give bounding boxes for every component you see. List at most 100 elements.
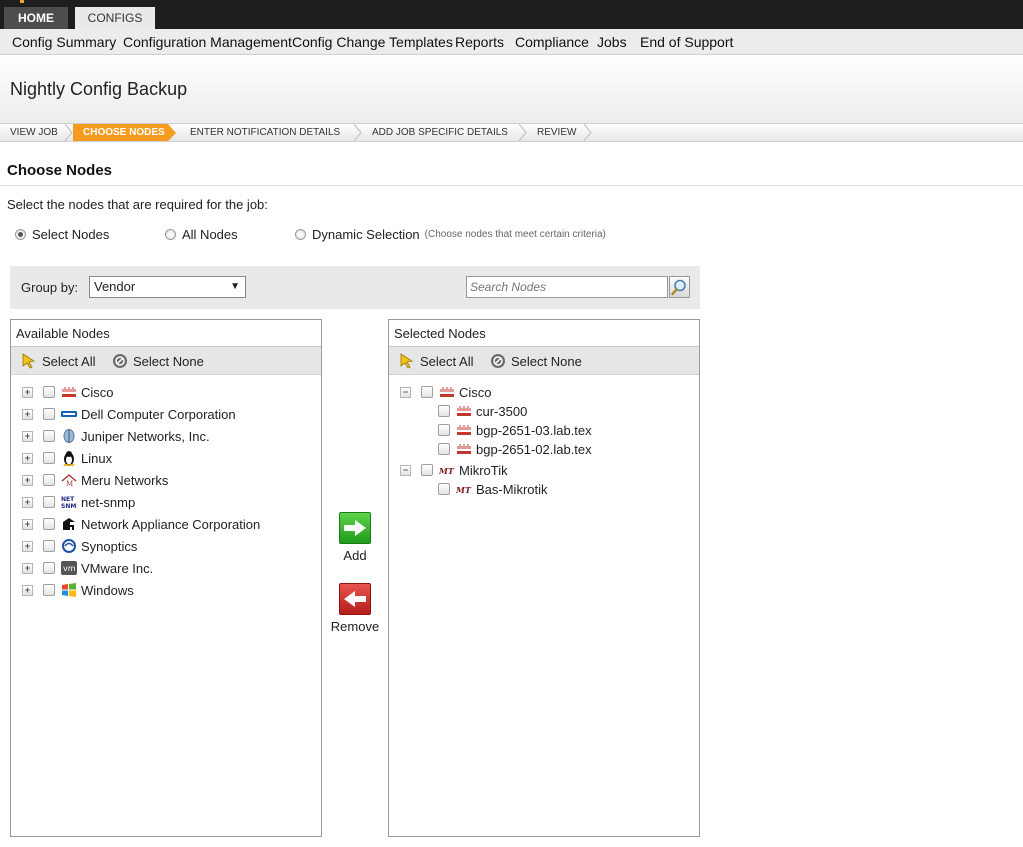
select-all-button[interactable]: Select All (399, 353, 473, 369)
node-label: Cisco (459, 384, 492, 400)
node-label: Windows (81, 582, 134, 598)
vendor-row[interactable]: + Cisco (22, 382, 114, 402)
step-choose-nodes[interactable]: CHOOSE NODES (73, 124, 176, 141)
expand-icon[interactable]: + (22, 540, 33, 552)
nav-reports[interactable]: Reports (455, 34, 504, 50)
vendor-row[interactable]: + Windows (22, 580, 134, 600)
nav-config-summary[interactable]: Config Summary (12, 34, 116, 50)
svg-text:M: M (66, 480, 73, 487)
node-checkbox[interactable] (43, 430, 55, 442)
collapse-icon[interactable]: − (400, 386, 411, 398)
selected-group-row[interactable]: − Cisco (400, 382, 492, 402)
nav-jobs[interactable]: Jobs (597, 34, 627, 50)
expand-icon[interactable]: + (22, 386, 33, 398)
step-view-job[interactable]: VIEW JOB (10, 124, 58, 141)
select-none-button[interactable]: Select None (112, 353, 204, 369)
expand-icon[interactable]: + (22, 584, 33, 596)
node-checkbox[interactable] (43, 474, 55, 486)
node-checkbox[interactable] (438, 405, 450, 417)
node-label: MikroTik (459, 462, 508, 478)
expand-icon[interactable]: + (22, 452, 33, 464)
vendor-row[interactable]: + M Meru Networks (22, 470, 168, 490)
cisco-icon (456, 404, 472, 418)
radio-dynamic-selection[interactable]: Dynamic Selection (Choose nodes that mee… (295, 227, 606, 242)
selected-node-row[interactable]: MT Bas-Mikrotik (438, 479, 548, 499)
radio-all-nodes[interactable]: All Nodes (165, 227, 238, 242)
selected-group-row[interactable]: − MT MikroTik (400, 460, 508, 480)
node-checkbox[interactable] (438, 483, 450, 495)
node-label: Synoptics (81, 538, 138, 554)
expand-icon[interactable]: + (22, 474, 33, 486)
radio-select-nodes[interactable]: Select Nodes (15, 227, 109, 242)
step-review[interactable]: REVIEW (537, 124, 576, 141)
radio-button[interactable] (15, 229, 26, 240)
dell-icon (61, 407, 77, 421)
vendor-row[interactable]: + Dell Computer Corporation (22, 404, 236, 424)
step-enter-notification-details[interactable]: ENTER NOTIFICATION DETAILS (190, 124, 340, 141)
expand-icon[interactable]: + (22, 562, 33, 574)
top-bar: HOME CONFIGS (0, 0, 1023, 29)
instructions-text: Select the nodes that are required for t… (7, 197, 268, 212)
step-add-job-specific-details[interactable]: ADD JOB SPECIFIC DETAILS (372, 124, 508, 141)
vendor-row[interactable]: + Network Appliance Corporation (22, 514, 260, 534)
node-checkbox[interactable] (43, 408, 55, 420)
nav-compliance[interactable]: Compliance (515, 34, 589, 50)
select-none-icon (491, 354, 505, 368)
tab-configs[interactable]: CONFIGS (75, 7, 155, 29)
node-checkbox[interactable] (421, 464, 433, 476)
node-checkbox[interactable] (43, 540, 55, 552)
search-button[interactable] (669, 276, 690, 298)
node-checkbox[interactable] (421, 386, 433, 398)
radio-label: Dynamic Selection (312, 227, 420, 242)
search-nodes-input[interactable] (466, 276, 668, 298)
remove-button[interactable]: Remove (330, 583, 380, 634)
node-label: bgp-2651-03.lab.tex (476, 422, 592, 438)
dynamic-selection-hint: (Choose nodes that meet certain criteria… (424, 229, 606, 240)
group-by-select[interactable]: Vendor ▼ (89, 276, 246, 298)
vendor-row[interactable]: + vm VMware Inc. (22, 558, 153, 578)
selected-nodes-panel: Selected Nodes Select All Select None − C… (388, 319, 700, 837)
select-all-button[interactable]: Select All (21, 353, 95, 369)
mikrotik-icon: MT (456, 482, 472, 496)
section-title: Choose Nodes (7, 162, 113, 179)
mikrotik-icon: MT (439, 463, 455, 477)
collapse-icon[interactable]: − (400, 464, 411, 476)
node-checkbox[interactable] (43, 452, 55, 464)
select-none-label: Select None (133, 353, 204, 369)
cursor-arrow-icon (22, 353, 36, 369)
remove-label: Remove (330, 619, 380, 634)
node-checkbox[interactable] (43, 562, 55, 574)
select-none-icon (113, 354, 127, 368)
node-checkbox[interactable] (43, 584, 55, 596)
add-button[interactable]: Add (330, 512, 380, 563)
selected-node-row[interactable]: cur-3500 (438, 401, 527, 421)
page-title: Nightly Config Backup (10, 79, 188, 99)
node-checkbox[interactable] (43, 496, 55, 508)
step-separator-icon (518, 124, 528, 141)
radio-button[interactable] (295, 229, 306, 240)
node-checkbox[interactable] (438, 443, 450, 455)
nav-config-change-templates[interactable]: Config Change Templates (292, 34, 453, 50)
node-checkbox[interactable] (43, 518, 55, 530)
available-nodes-panel: Available Nodes Select All Select None +… (10, 319, 322, 837)
expand-icon[interactable]: + (22, 496, 33, 508)
vendor-row[interactable]: + Linux (22, 448, 112, 468)
selected-node-row[interactable]: bgp-2651-02.lab.tex (438, 439, 592, 459)
selected-node-row[interactable]: bgp-2651-03.lab.tex (438, 420, 592, 440)
select-none-button[interactable]: Select None (490, 353, 582, 369)
expand-icon[interactable]: + (22, 430, 33, 442)
vendor-row[interactable]: + NETSNMP net-snmp (22, 492, 135, 512)
node-checkbox[interactable] (43, 386, 55, 398)
panel-toolbar: Select All Select None (11, 346, 321, 375)
vendor-row[interactable]: + Synoptics (22, 536, 137, 556)
tab-home[interactable]: HOME (4, 7, 68, 29)
expand-icon[interactable]: + (22, 408, 33, 420)
nav-end-of-support[interactable]: End of Support (640, 34, 733, 50)
meru-icon: M (61, 473, 77, 487)
radio-button[interactable] (165, 229, 176, 240)
vendor-row[interactable]: + Juniper Networks, Inc. (22, 426, 210, 446)
expand-icon[interactable]: + (22, 518, 33, 530)
nav-configuration-management[interactable]: Configuration Management (123, 34, 292, 50)
node-checkbox[interactable] (438, 424, 450, 436)
node-label: Juniper Networks, Inc. (81, 428, 210, 444)
